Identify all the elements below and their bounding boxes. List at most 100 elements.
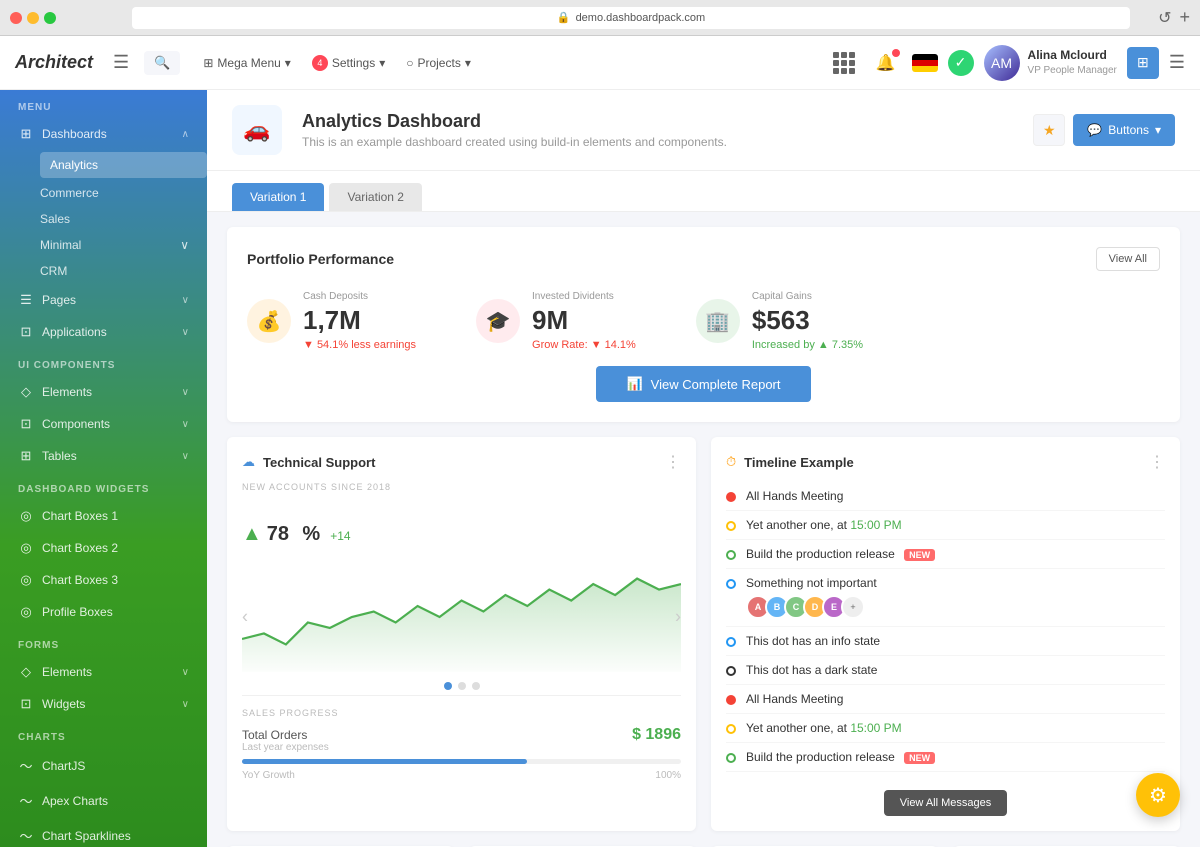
arrow-up-icon: ▲ bbox=[242, 523, 262, 546]
chart-next-btn[interactable]: › bbox=[675, 607, 681, 628]
sidebar-item-form-elements[interactable]: ◇ Elements ∨ bbox=[0, 656, 207, 688]
yoy-label: YoY Growth bbox=[242, 770, 295, 781]
sidebar-item-sales[interactable]: Sales bbox=[40, 206, 207, 232]
timeline-item-title-1: All Hands Meeting bbox=[746, 489, 1165, 503]
widget-menu-icon[interactable]: ⋮ bbox=[665, 452, 681, 472]
close-dot bbox=[10, 12, 22, 24]
sidebar-item-chartjs[interactable]: 〜 ChartJS bbox=[0, 748, 207, 783]
sidebar-item-form-widgets[interactable]: ⊡ Widgets ∨ bbox=[0, 688, 207, 720]
sidebar-item-crm[interactable]: CRM bbox=[40, 258, 207, 284]
apps-grid-btn[interactable] bbox=[828, 47, 860, 79]
timeline-title: Timeline Example bbox=[744, 455, 854, 470]
portfolio-section: Portfolio Performance View All 💰 Cash De… bbox=[227, 227, 1180, 422]
language-flag-icon[interactable] bbox=[912, 54, 938, 72]
chart-prev-btn[interactable]: ‹ bbox=[242, 607, 248, 628]
grid-icon: ⊞ bbox=[203, 56, 213, 70]
avatar-image: AM bbox=[984, 45, 1020, 81]
tables-icon: ⊞ bbox=[18, 448, 34, 464]
cash-deposits-value: 1,7M bbox=[303, 305, 416, 336]
tables-arrow-icon: ∨ bbox=[182, 451, 189, 462]
list-item: Yet another one, at 15:00 PM bbox=[726, 714, 1165, 743]
sidebar-item-chart-sparklines[interactable]: 〜 Chart Sparklines bbox=[0, 818, 207, 847]
mega-menu-item[interactable]: ⊞ Mega Menu ▾ bbox=[195, 51, 298, 75]
status-check-icon[interactable]: ✓ bbox=[948, 50, 974, 76]
nav-items: ⊞ Mega Menu ▾ 4 Settings ▾ ○ Projects ▾ bbox=[195, 50, 479, 76]
buttons-dropdown[interactable]: 💬 Buttons ▾ bbox=[1073, 114, 1175, 146]
notification-btn[interactable]: 🔔 bbox=[870, 47, 902, 79]
timeline-menu-icon[interactable]: ⋮ bbox=[1149, 452, 1165, 472]
gear-fab-btn[interactable]: ⚙ bbox=[1136, 773, 1180, 817]
sales-footer: YoY Growth 100% bbox=[242, 770, 681, 781]
dot-blue-2 bbox=[726, 637, 736, 647]
list-item: All Hands Meeting bbox=[726, 685, 1165, 714]
sidebar-item-pages[interactable]: ☰ Pages ∨ bbox=[0, 284, 207, 316]
chart-dot-3[interactable] bbox=[472, 682, 480, 690]
dot-red-1 bbox=[726, 492, 736, 502]
sidebar-item-applications[interactable]: ⊡ Applications ∨ bbox=[0, 316, 207, 348]
cash-deposits-change: ▼ 54.1% less earnings bbox=[303, 339, 416, 351]
notification-badge bbox=[892, 49, 900, 57]
chart-boxes-2-icon: ◎ bbox=[18, 540, 34, 556]
sidebar-item-elements[interactable]: ◇ Elements ∨ bbox=[0, 376, 207, 408]
view-complete-report-btn[interactable]: 📊 View Complete Report bbox=[596, 366, 810, 402]
cloud-icon: ☁ bbox=[242, 454, 255, 470]
view-all-messages-btn[interactable]: View All Messages bbox=[884, 790, 1008, 816]
sidebar-item-components[interactable]: ⊡ Components ∨ bbox=[0, 408, 207, 440]
app-switcher-btn[interactable]: ⊞ bbox=[1127, 47, 1159, 79]
sidebar-item-analytics[interactable]: Analytics bbox=[40, 152, 207, 178]
settings-nav-item[interactable]: 4 Settings ▾ bbox=[304, 50, 393, 76]
chart-number: 78 bbox=[267, 523, 289, 545]
chart-dot-2[interactable] bbox=[458, 682, 466, 690]
settings-label: Settings bbox=[332, 56, 375, 70]
tab-variation1[interactable]: Variation 1 bbox=[232, 183, 324, 211]
chart-label: NEW ACCOUNTS SINCE 2018 bbox=[242, 482, 681, 492]
browser-url-bar[interactable]: 🔒 demo.dashboardpack.com bbox=[132, 7, 1130, 29]
dashboards-label: Dashboards bbox=[42, 127, 174, 141]
list-item: This dot has an info state bbox=[726, 627, 1165, 656]
portfolio-view-all-btn[interactable]: View All bbox=[1096, 247, 1160, 271]
chart-boxes-2-label: Chart Boxes 2 bbox=[42, 541, 189, 555]
timeline-content-3: Build the production release NEW bbox=[746, 547, 1165, 561]
chart-dot-1[interactable] bbox=[444, 682, 452, 690]
right-menu-icon[interactable]: ☰ bbox=[1169, 52, 1185, 73]
circle-icon: ○ bbox=[406, 56, 413, 70]
avatar-stack: A B C D E + bbox=[746, 595, 1165, 619]
buttons-chevron-icon: ▾ bbox=[1155, 123, 1161, 137]
sidebar-item-apex-charts[interactable]: 〜 Apex Charts bbox=[0, 783, 207, 818]
timeline-item-title-4: Something not important bbox=[746, 576, 1165, 590]
reload-icon[interactable]: ↺ bbox=[1158, 8, 1171, 28]
chart-change: +14 bbox=[330, 529, 350, 543]
timeline-item-title-9: Build the production release NEW bbox=[746, 750, 1165, 764]
projects-chevron-icon: ▾ bbox=[465, 56, 471, 70]
sidebar-item-tables[interactable]: ⊞ Tables ∨ bbox=[0, 440, 207, 472]
hamburger-icon[interactable]: ☰ bbox=[113, 52, 129, 73]
menu-section-label: MENU bbox=[0, 90, 207, 118]
sidebar-item-chart-boxes-1[interactable]: ◎ Chart Boxes 1 bbox=[0, 500, 207, 532]
tab-variation2[interactable]: Variation 2 bbox=[329, 183, 421, 211]
stat-capital-info: Capital Gains $563 Increased by ▲ 7.35% bbox=[752, 291, 863, 351]
list-item: This dot has a dark state bbox=[726, 656, 1165, 685]
sidebar-item-profile-boxes[interactable]: ◎ Profile Boxes bbox=[0, 596, 207, 628]
charts-section-label: CHARTS bbox=[0, 720, 207, 748]
dashboard-icon: ⊞ bbox=[18, 126, 34, 142]
sidebar-item-chart-boxes-2[interactable]: ◎ Chart Boxes 2 bbox=[0, 532, 207, 564]
page-header-text: Analytics Dashboard This is an example d… bbox=[302, 111, 727, 149]
form-elements-arrow-icon: ∨ bbox=[182, 667, 189, 678]
tabs-bar: Variation 1 Variation 2 bbox=[207, 171, 1200, 212]
sidebar-item-chart-boxes-3[interactable]: ◎ Chart Boxes 3 bbox=[0, 564, 207, 596]
dot-yellow-2 bbox=[726, 724, 736, 734]
form-elements-label: Elements bbox=[42, 665, 174, 679]
sidebar-item-commerce[interactable]: Commerce bbox=[40, 180, 207, 206]
apps-grid-icon bbox=[833, 52, 855, 74]
elements-icon: ◇ bbox=[18, 384, 34, 400]
list-item: Something not important A B C D E + bbox=[726, 569, 1165, 627]
star-button[interactable]: ★ bbox=[1033, 114, 1065, 146]
timeline-content-4: Something not important A B C D E + bbox=[746, 576, 1165, 619]
url-text: demo.dashboardpack.com bbox=[576, 12, 706, 24]
user-avatar-section[interactable]: AM Alina Mclourd VP People Manager bbox=[984, 45, 1117, 81]
sidebar-item-minimal[interactable]: Minimal∨ bbox=[40, 232, 207, 258]
new-tab-icon[interactable]: + bbox=[1179, 7, 1190, 28]
search-bar[interactable]: 🔍 bbox=[144, 51, 180, 75]
projects-nav-item[interactable]: ○ Projects ▾ bbox=[398, 51, 479, 75]
sidebar-item-dashboards[interactable]: ⊞ Dashboards ∧ bbox=[0, 118, 207, 150]
